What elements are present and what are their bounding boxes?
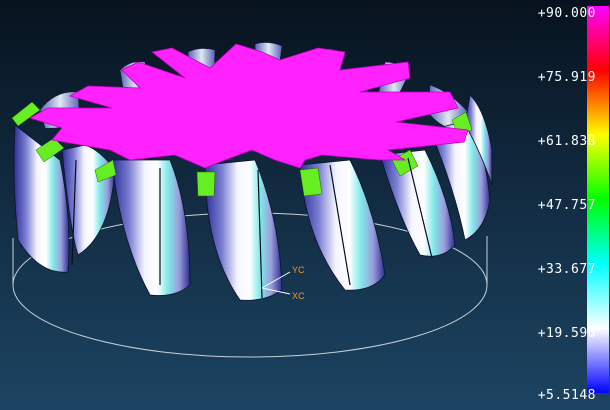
- scale-tick-label: +61.838: [537, 134, 596, 149]
- graphics-viewport[interactable]: YC XC +90.000 +75.919 +61.838 +47.757 +3…: [0, 0, 610, 410]
- scale-tick-label: +19.596: [537, 326, 596, 341]
- gear-model[interactable]: YC XC: [0, 0, 525, 410]
- scale-tick-label: +75.919: [537, 70, 596, 85]
- scale-tick-label: +33.677: [537, 262, 596, 277]
- scale-tick-label: +90.000: [537, 6, 596, 21]
- scale-tick-label: +5.5148: [537, 388, 596, 403]
- scale-tick-label: +47.757: [537, 198, 596, 213]
- triad-y-label: YC: [292, 265, 305, 275]
- triad-x-label: XC: [292, 291, 305, 301]
- gear-top-face: [28, 43, 469, 169]
